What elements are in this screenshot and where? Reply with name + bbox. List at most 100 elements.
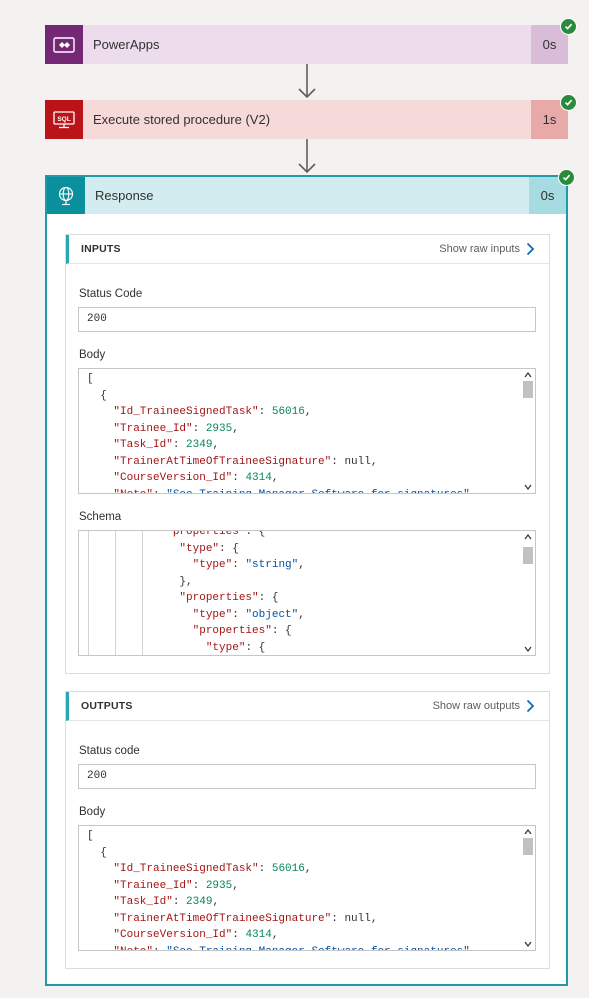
schema-label: Schema <box>79 511 122 523</box>
json-value: 56016 <box>271 863 305 875</box>
json-value: "See Training Manager Software for signa… <box>166 489 470 494</box>
status-code-field[interactable]: 200 <box>78 307 536 332</box>
success-check-icon <box>560 94 577 111</box>
step-title: Response <box>95 188 154 203</box>
json-key: "TrainerAtTimeOfTraineeSignature" <box>113 912 332 925</box>
json-key: "type" <box>179 542 220 555</box>
body-label: Body <box>79 806 106 818</box>
json-key: "TrainerAtTimeOfTraineeSignature" <box>113 455 332 468</box>
code-line: [ <box>87 373 94 385</box>
scrollbar[interactable] <box>521 531 535 655</box>
code-line: "Task_Id": 2349, <box>113 896 220 908</box>
powerapps-icon <box>45 25 83 64</box>
json-value: null <box>344 912 371 925</box>
chevron-right-icon <box>526 699 535 713</box>
globe-icon <box>47 177 85 214</box>
success-check-icon <box>558 169 575 186</box>
json-key: "Trainee_Id" <box>113 879 193 892</box>
scroll-down-icon <box>524 941 532 947</box>
json-key: "Task_Id" <box>113 439 173 451</box>
schema-editor[interactable]: "properties": { "type": { "type": "strin… <box>78 530 536 656</box>
code-line: "type": "string", <box>192 559 305 571</box>
success-check-icon <box>560 18 577 35</box>
scrollbar-thumb[interactable] <box>523 381 533 398</box>
json-value: 4314 <box>245 472 272 484</box>
inputs-body-editor[interactable]: [ { "Id_TraineeSignedTask": 56016, "Trai… <box>78 368 536 494</box>
body-code: [ { "Id_TraineeSignedTask": 56016, "Trai… <box>79 826 535 951</box>
code-line: "CourseVersion_Id": 4314, <box>113 929 279 941</box>
inputs-title: INPUTS <box>81 243 121 255</box>
json-key: "type" <box>205 641 246 654</box>
json-value: null <box>344 455 371 468</box>
code-line: "Id_TraineeSignedTask": 56016, <box>113 863 312 875</box>
code-line: "TrainerAtTimeOfTraineeSignature": null, <box>113 912 378 925</box>
step-execute-stored-procedure[interactable]: SQL Execute stored procedure (V2) 1s <box>45 100 568 139</box>
status-code-label: Status Code <box>79 288 143 300</box>
json-key: "type" <box>192 608 233 621</box>
code-line: { <box>87 389 107 402</box>
code-line: }, <box>87 575 193 588</box>
show-raw-outputs-link[interactable]: Show raw outputs <box>433 699 535 713</box>
step-response: Response 0s INPUTS Show raw inputs Statu… <box>45 175 568 986</box>
arrow-down-icon <box>298 139 316 174</box>
scrollbar[interactable] <box>521 369 535 493</box>
scroll-up-icon <box>524 829 532 835</box>
json-key: "properties" <box>192 625 272 637</box>
show-raw-inputs-link[interactable]: Show raw inputs <box>439 242 535 256</box>
code-line: "TrainerAtTimeOfTraineeSignature": null, <box>113 455 378 468</box>
step-title: PowerApps <box>83 25 531 64</box>
code-line: "Note": "See Training Manager Software f… <box>87 946 476 951</box>
code-line: "Id_TraineeSignedTask": 56016, <box>113 406 312 418</box>
outputs-title: OUTPUTS <box>81 700 133 712</box>
code-line: [ <box>87 830 94 842</box>
scroll-down-icon <box>524 646 532 652</box>
step-title: Execute stored procedure (V2) <box>83 100 531 139</box>
show-raw-inputs-label: Show raw inputs <box>439 243 520 255</box>
scrollbar[interactable] <box>521 826 535 950</box>
json-value: 2935 <box>205 879 233 892</box>
code-line: "Trainee_Id": 2935, <box>113 422 239 435</box>
json-key: "Trainee_Id" <box>113 422 193 435</box>
json-value: "See Training Manager Software for signa… <box>166 946 470 951</box>
scrollbar-thumb[interactable] <box>523 547 533 564</box>
inputs-header: INPUTS Show raw inputs <box>66 235 549 264</box>
code-line: "Trainee_Id": 2935, <box>113 879 239 892</box>
outputs-card: OUTPUTS Show raw outputs Status code 200… <box>65 691 550 969</box>
json-value: 2349 <box>186 439 213 451</box>
outputs-body-editor[interactable]: [ { "Id_TraineeSignedTask": 56016, "Trai… <box>78 825 536 951</box>
code-line: "Note": "See Training Manager Software f… <box>87 489 476 494</box>
json-value: "string" <box>245 559 299 571</box>
code-line: "CourseVersion_Id": 4314, <box>113 472 279 484</box>
body-label: Body <box>79 349 106 361</box>
json-value: "object" <box>245 608 299 621</box>
scroll-down-icon <box>524 484 532 490</box>
json-key: "Note" <box>113 946 153 951</box>
status-code-label: Status code <box>79 745 140 757</box>
response-header[interactable]: Response 0s <box>47 177 566 214</box>
scroll-up-icon <box>524 534 532 540</box>
svg-text:SQL: SQL <box>57 116 70 123</box>
json-value: 2935 <box>205 422 233 435</box>
code-line: "type": "object", <box>192 608 305 621</box>
scrollbar-thumb[interactable] <box>523 838 533 855</box>
json-value: 2349 <box>186 896 213 908</box>
json-key: "Note" <box>113 489 153 494</box>
json-key: "type" <box>192 559 233 571</box>
code-line: { <box>87 846 107 859</box>
arrow-down-icon <box>298 64 316 99</box>
code-line: "type": { <box>179 542 239 555</box>
json-key: "CourseVersion_Id" <box>113 929 233 941</box>
json-key: "Id_TraineeSignedTask" <box>113 406 259 418</box>
show-raw-outputs-label: Show raw outputs <box>432 700 520 712</box>
step-powerapps[interactable]: PowerApps 0s <box>45 25 568 64</box>
json-key: "properties" <box>179 592 259 604</box>
status-code-field[interactable]: 200 <box>78 764 536 789</box>
json-value: 4314 <box>245 929 272 941</box>
json-key: "CourseVersion_Id" <box>113 472 233 484</box>
json-key: "Id_TraineeSignedTask" <box>113 863 259 875</box>
outputs-header: OUTPUTS Show raw outputs <box>66 692 549 721</box>
sql-icon: SQL <box>45 100 83 139</box>
json-key: "properties" <box>166 530 246 538</box>
chevron-right-icon <box>526 242 535 256</box>
json-key: "Task_Id" <box>113 896 173 908</box>
